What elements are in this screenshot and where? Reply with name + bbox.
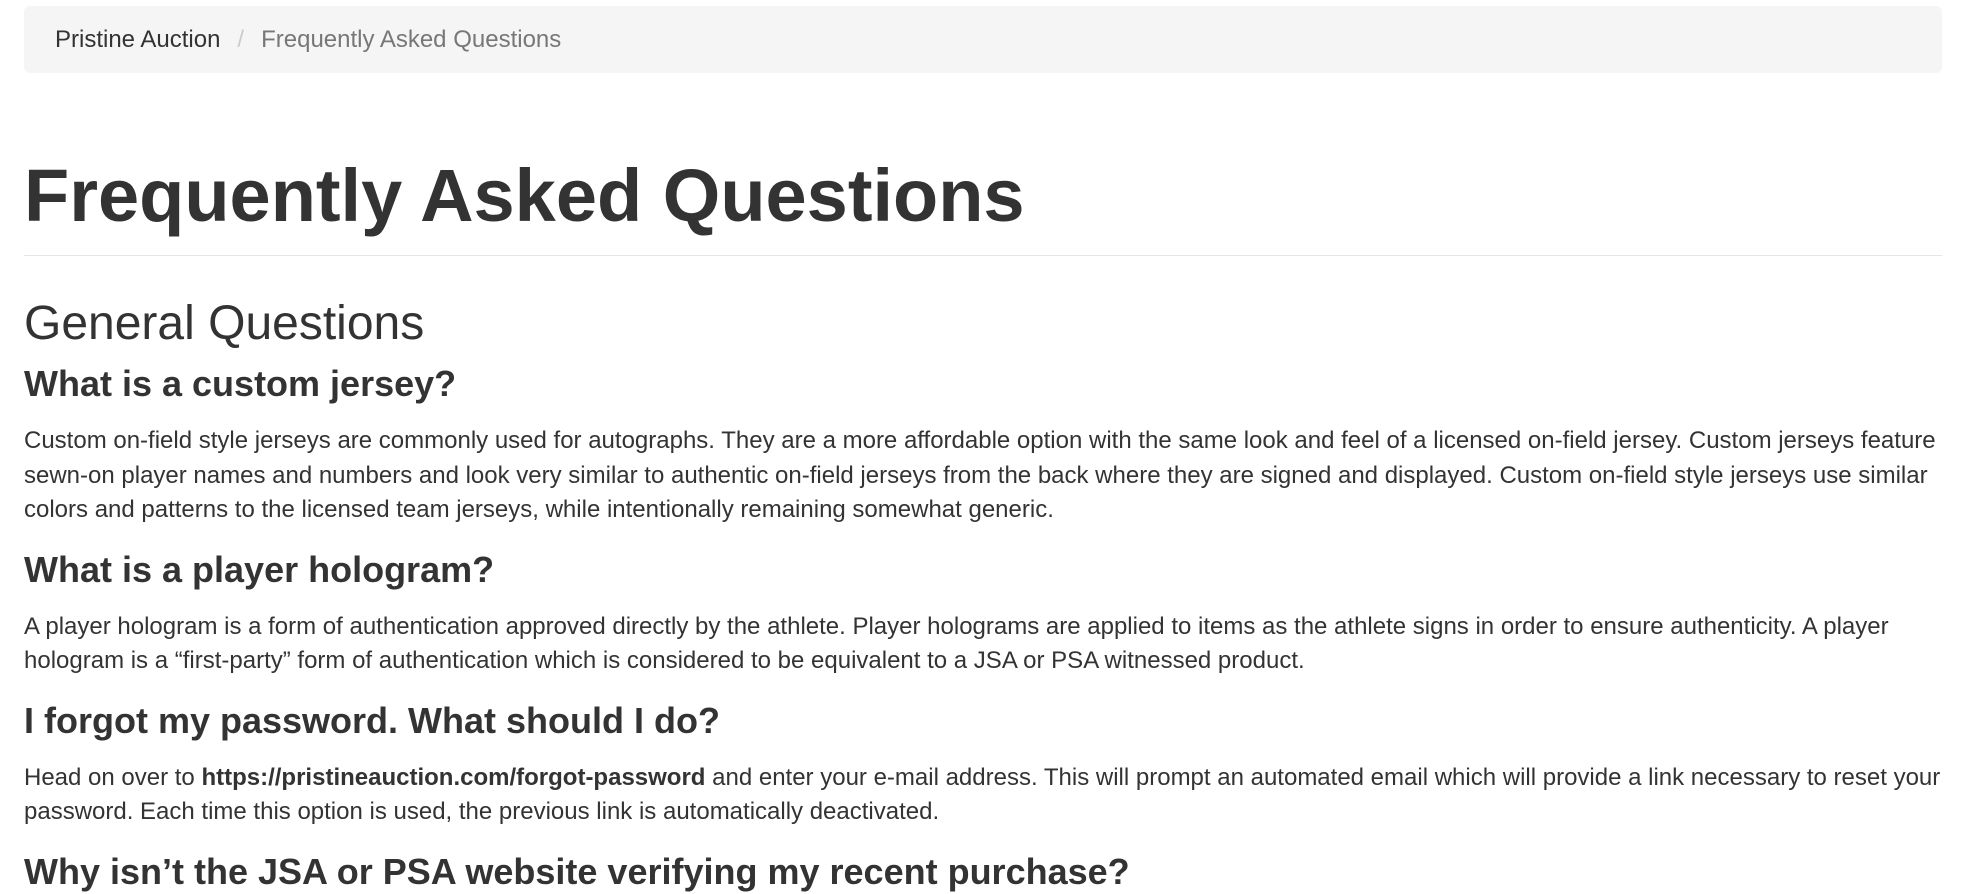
page-container: Pristine Auction / Frequently Asked Ques… <box>24 6 1942 894</box>
faq-item: What is a player hologram? A player holo… <box>24 544 1942 679</box>
faq-item: I forgot my password. What should I do? … <box>24 695 1942 830</box>
forgot-password-link[interactable]: https://pristineauction.com/forgot-passw… <box>201 764 705 791</box>
breadcrumb-current: Frequently Asked Questions <box>261 25 562 53</box>
faq-item: What is a custom jersey? Custom on-field… <box>24 358 1942 528</box>
faq-question: I forgot my password. What should I do? <box>24 699 720 741</box>
faq-answer: Custom on-field style jerseys are common… <box>24 427 1936 523</box>
faq-answer-prefix: Head on over to <box>24 763 202 791</box>
faq-answer: A player hologram is a form of authentic… <box>24 612 1889 675</box>
section-title-general: General Questions <box>24 297 425 350</box>
faq-answer: Head on over to https://pristineauction.… <box>24 761 1942 830</box>
faq-item: Why isn’t the JSA or PSA website verifyi… <box>24 846 1942 894</box>
faq-question: Why isn’t the JSA or PSA website verifyi… <box>24 850 1130 892</box>
faq-question: What is a custom jersey? <box>24 363 457 404</box>
faq-question: What is a player hologram? <box>24 548 495 590</box>
breadcrumb-home-link[interactable]: Pristine Auction <box>55 26 220 54</box>
breadcrumb: Pristine Auction / Frequently Asked Ques… <box>24 6 1942 73</box>
breadcrumb-separator: / <box>237 25 245 53</box>
page-title: Frequently Asked Questions <box>24 154 1025 237</box>
page-header: Frequently Asked Questions <box>24 153 1942 256</box>
